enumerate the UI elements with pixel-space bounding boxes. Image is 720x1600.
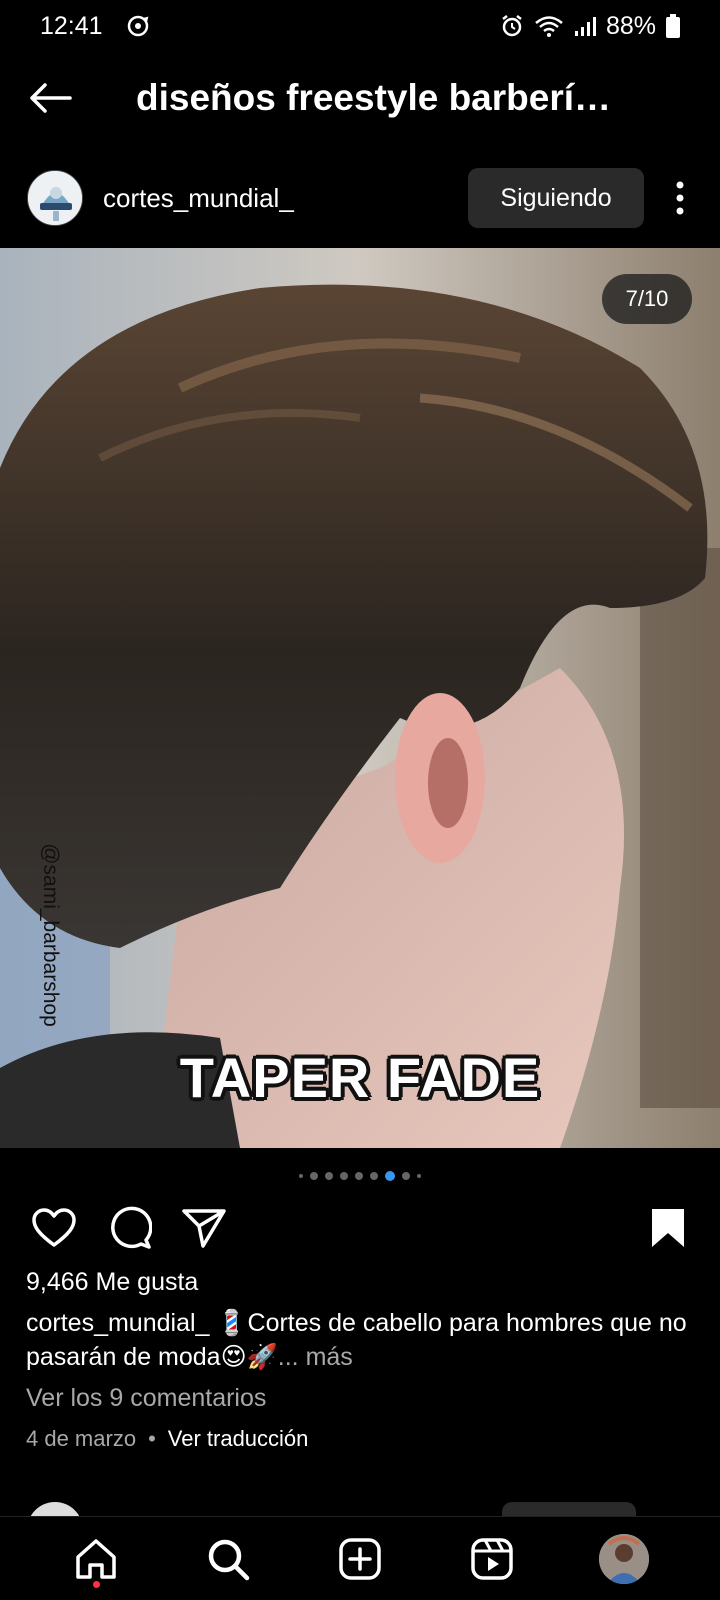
post-image[interactable] — [0, 248, 720, 1148]
sync-icon — [125, 13, 151, 39]
nav-search[interactable] — [193, 1524, 263, 1594]
back-button[interactable] — [0, 52, 100, 144]
carousel-dot — [402, 1172, 410, 1180]
watermark-text: @sami_barbarshop — [39, 843, 62, 1027]
carousel-dot-active — [385, 1171, 395, 1181]
post-actions — [0, 1200, 720, 1256]
carousel-dot — [325, 1172, 333, 1180]
carousel-dot — [340, 1172, 348, 1180]
caption-more-link[interactable]: ... más — [278, 1343, 353, 1371]
reels-icon — [471, 1537, 513, 1580]
view-comments-link[interactable]: Ver los 9 comentarios — [26, 1384, 266, 1413]
send-icon — [182, 1209, 226, 1248]
image-overlay-text: TAPER FADE — [179, 1046, 541, 1109]
signal-icon — [574, 15, 596, 37]
more-options-button[interactable] — [652, 168, 708, 228]
nav-home[interactable] — [61, 1524, 131, 1594]
create-icon — [339, 1537, 381, 1580]
status-time: 12:41 — [40, 11, 103, 40]
notification-dot — [93, 1580, 100, 1588]
image-counter: 7/10 — [602, 274, 692, 324]
carousel-dot — [355, 1172, 363, 1180]
meta-separator: • — [148, 1426, 156, 1451]
comment-button[interactable] — [105, 1203, 155, 1253]
bookmark-filled-icon — [652, 1209, 684, 1247]
post-meta: 4 de marzo • Ver traducción — [26, 1426, 308, 1452]
caption-username[interactable]: cortes_mundial_ — [26, 1309, 209, 1337]
comment-icon — [111, 1206, 152, 1249]
nav-reels[interactable] — [457, 1524, 527, 1594]
carousel-dot — [310, 1172, 318, 1180]
share-button[interactable] — [179, 1203, 229, 1253]
save-button[interactable] — [643, 1203, 693, 1253]
nav-create[interactable] — [325, 1524, 395, 1594]
carousel-dot — [417, 1174, 421, 1178]
post-caption: cortes_mundial_ 💈Cortes de cabello para … — [26, 1306, 706, 1374]
more-vertical-icon — [676, 181, 684, 215]
profile-avatar — [599, 1533, 649, 1584]
post-header: cortes_mundial_ Siguiendo — [0, 160, 720, 236]
alarm-icon — [500, 14, 524, 38]
likes-count[interactable]: 9,466 Me gusta — [26, 1268, 198, 1297]
wifi-icon — [534, 14, 564, 38]
carousel-indicator — [0, 1168, 720, 1184]
author-avatar[interactable] — [27, 170, 83, 226]
author-username[interactable]: cortes_mundial_ — [103, 183, 294, 214]
search-icon — [208, 1539, 250, 1580]
bottom-navigation — [0, 1516, 720, 1600]
translate-link[interactable]: Ver traducción — [168, 1426, 309, 1452]
like-button[interactable] — [29, 1203, 79, 1253]
carousel-dot — [299, 1174, 303, 1178]
nav-profile[interactable] — [589, 1524, 659, 1594]
back-arrow-icon — [30, 83, 72, 113]
battery-icon — [666, 14, 680, 38]
page-title: diseños freestyle barbería ho... — [136, 77, 630, 118]
home-icon — [76, 1538, 116, 1579]
battery-percent: 88% — [605, 11, 656, 40]
following-button[interactable]: Siguiendo — [468, 168, 644, 228]
status-bar: 12:41 88% — [0, 0, 720, 52]
post-date: 4 de marzo — [26, 1426, 137, 1451]
carousel-dot — [370, 1172, 378, 1180]
heart-icon — [32, 1208, 76, 1247]
top-bar: diseños freestyle barbería ho... — [0, 52, 720, 144]
image-watermark: @sami_barbarshop — [30, 840, 70, 1030]
